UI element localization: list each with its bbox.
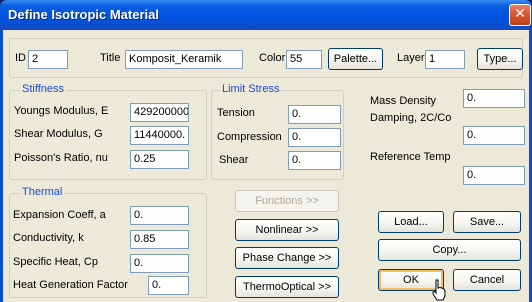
mass-density-label: Mass Density	[370, 95, 437, 107]
poissons-ratio-field[interactable]: 0.25	[130, 150, 189, 169]
dialog-body: ID 2 Title Komposit_Keramik Color 55 Pal…	[3, 30, 529, 302]
expansion-coeff-field[interactable]: 0.	[130, 206, 189, 225]
copy-button[interactable]: Copy...	[378, 239, 521, 261]
layer-field[interactable]: 1	[425, 50, 465, 69]
tension-field[interactable]: 0.	[288, 105, 341, 124]
youngs-modulus-field[interactable]: 429200000.	[130, 103, 189, 122]
limit-shear-field[interactable]: 0.	[288, 151, 341, 170]
thermal-group-title: Thermal	[20, 186, 65, 198]
window-title: Define Isotropic Material	[8, 7, 159, 22]
youngs-modulus-label: Youngs Modulus, E	[14, 105, 109, 117]
compression-field[interactable]: 0.	[288, 128, 341, 147]
load-button[interactable]: Load...	[378, 211, 444, 233]
color-field[interactable]: 55	[286, 50, 322, 69]
nonlinear-button[interactable]: Nonlinear >>	[235, 219, 339, 241]
tension-label: Tension	[217, 107, 255, 119]
damping-label: Damping, 2C/Co	[370, 112, 452, 124]
save-button[interactable]: Save...	[453, 211, 521, 233]
title-label: Title	[100, 52, 121, 64]
expansion-coeff-label: Expansion Coeff, a	[13, 209, 106, 221]
functions-button[interactable]: Functions >>	[235, 190, 339, 212]
shear-modulus-label: Shear Modulus, G	[14, 128, 103, 140]
title-bar[interactable]: Define Isotropic Material ✕	[0, 0, 532, 30]
thermooptical-button[interactable]: ThermoOptical >>	[235, 276, 339, 298]
heat-generation-field[interactable]: 0.	[148, 276, 189, 295]
conductivity-field[interactable]: 0.85	[130, 230, 189, 249]
palette-button[interactable]: Palette...	[328, 48, 383, 70]
limit-shear-label: Shear	[219, 154, 249, 166]
heat-generation-label: Heat Generation Factor	[13, 279, 128, 291]
title-field[interactable]: Komposit_Keramik	[125, 50, 243, 69]
conductivity-label: Conductivity, k	[13, 232, 84, 244]
poissons-ratio-label: Poisson's Ratio, nu	[14, 152, 108, 164]
cancel-button[interactable]: Cancel	[453, 269, 521, 291]
mass-density-field[interactable]: 0.	[463, 89, 525, 108]
damping-field[interactable]: 0.	[463, 126, 525, 145]
type-button[interactable]: Type...	[477, 48, 523, 70]
reference-temp-field[interactable]: 0.	[463, 166, 525, 185]
stiffness-group-title: Stiffness	[20, 83, 66, 95]
close-button[interactable]: ✕	[509, 4, 531, 26]
id-field[interactable]: 2	[28, 50, 68, 69]
specific-heat-label: Specific Heat, Cp	[13, 256, 98, 268]
phase-change-button[interactable]: Phase Change >>	[235, 247, 339, 269]
specific-heat-field[interactable]: 0.	[130, 254, 189, 273]
shear-modulus-field[interactable]: 11440000.	[130, 126, 189, 145]
id-label: ID	[15, 52, 26, 64]
reference-temp-label: Reference Temp	[370, 151, 451, 163]
layer-label: Layer	[397, 52, 425, 64]
compression-label: Compression	[217, 131, 282, 143]
hand-cursor-icon	[432, 279, 446, 301]
limit-stress-group-title: Limit Stress	[220, 83, 282, 95]
color-label: Color	[259, 52, 286, 64]
